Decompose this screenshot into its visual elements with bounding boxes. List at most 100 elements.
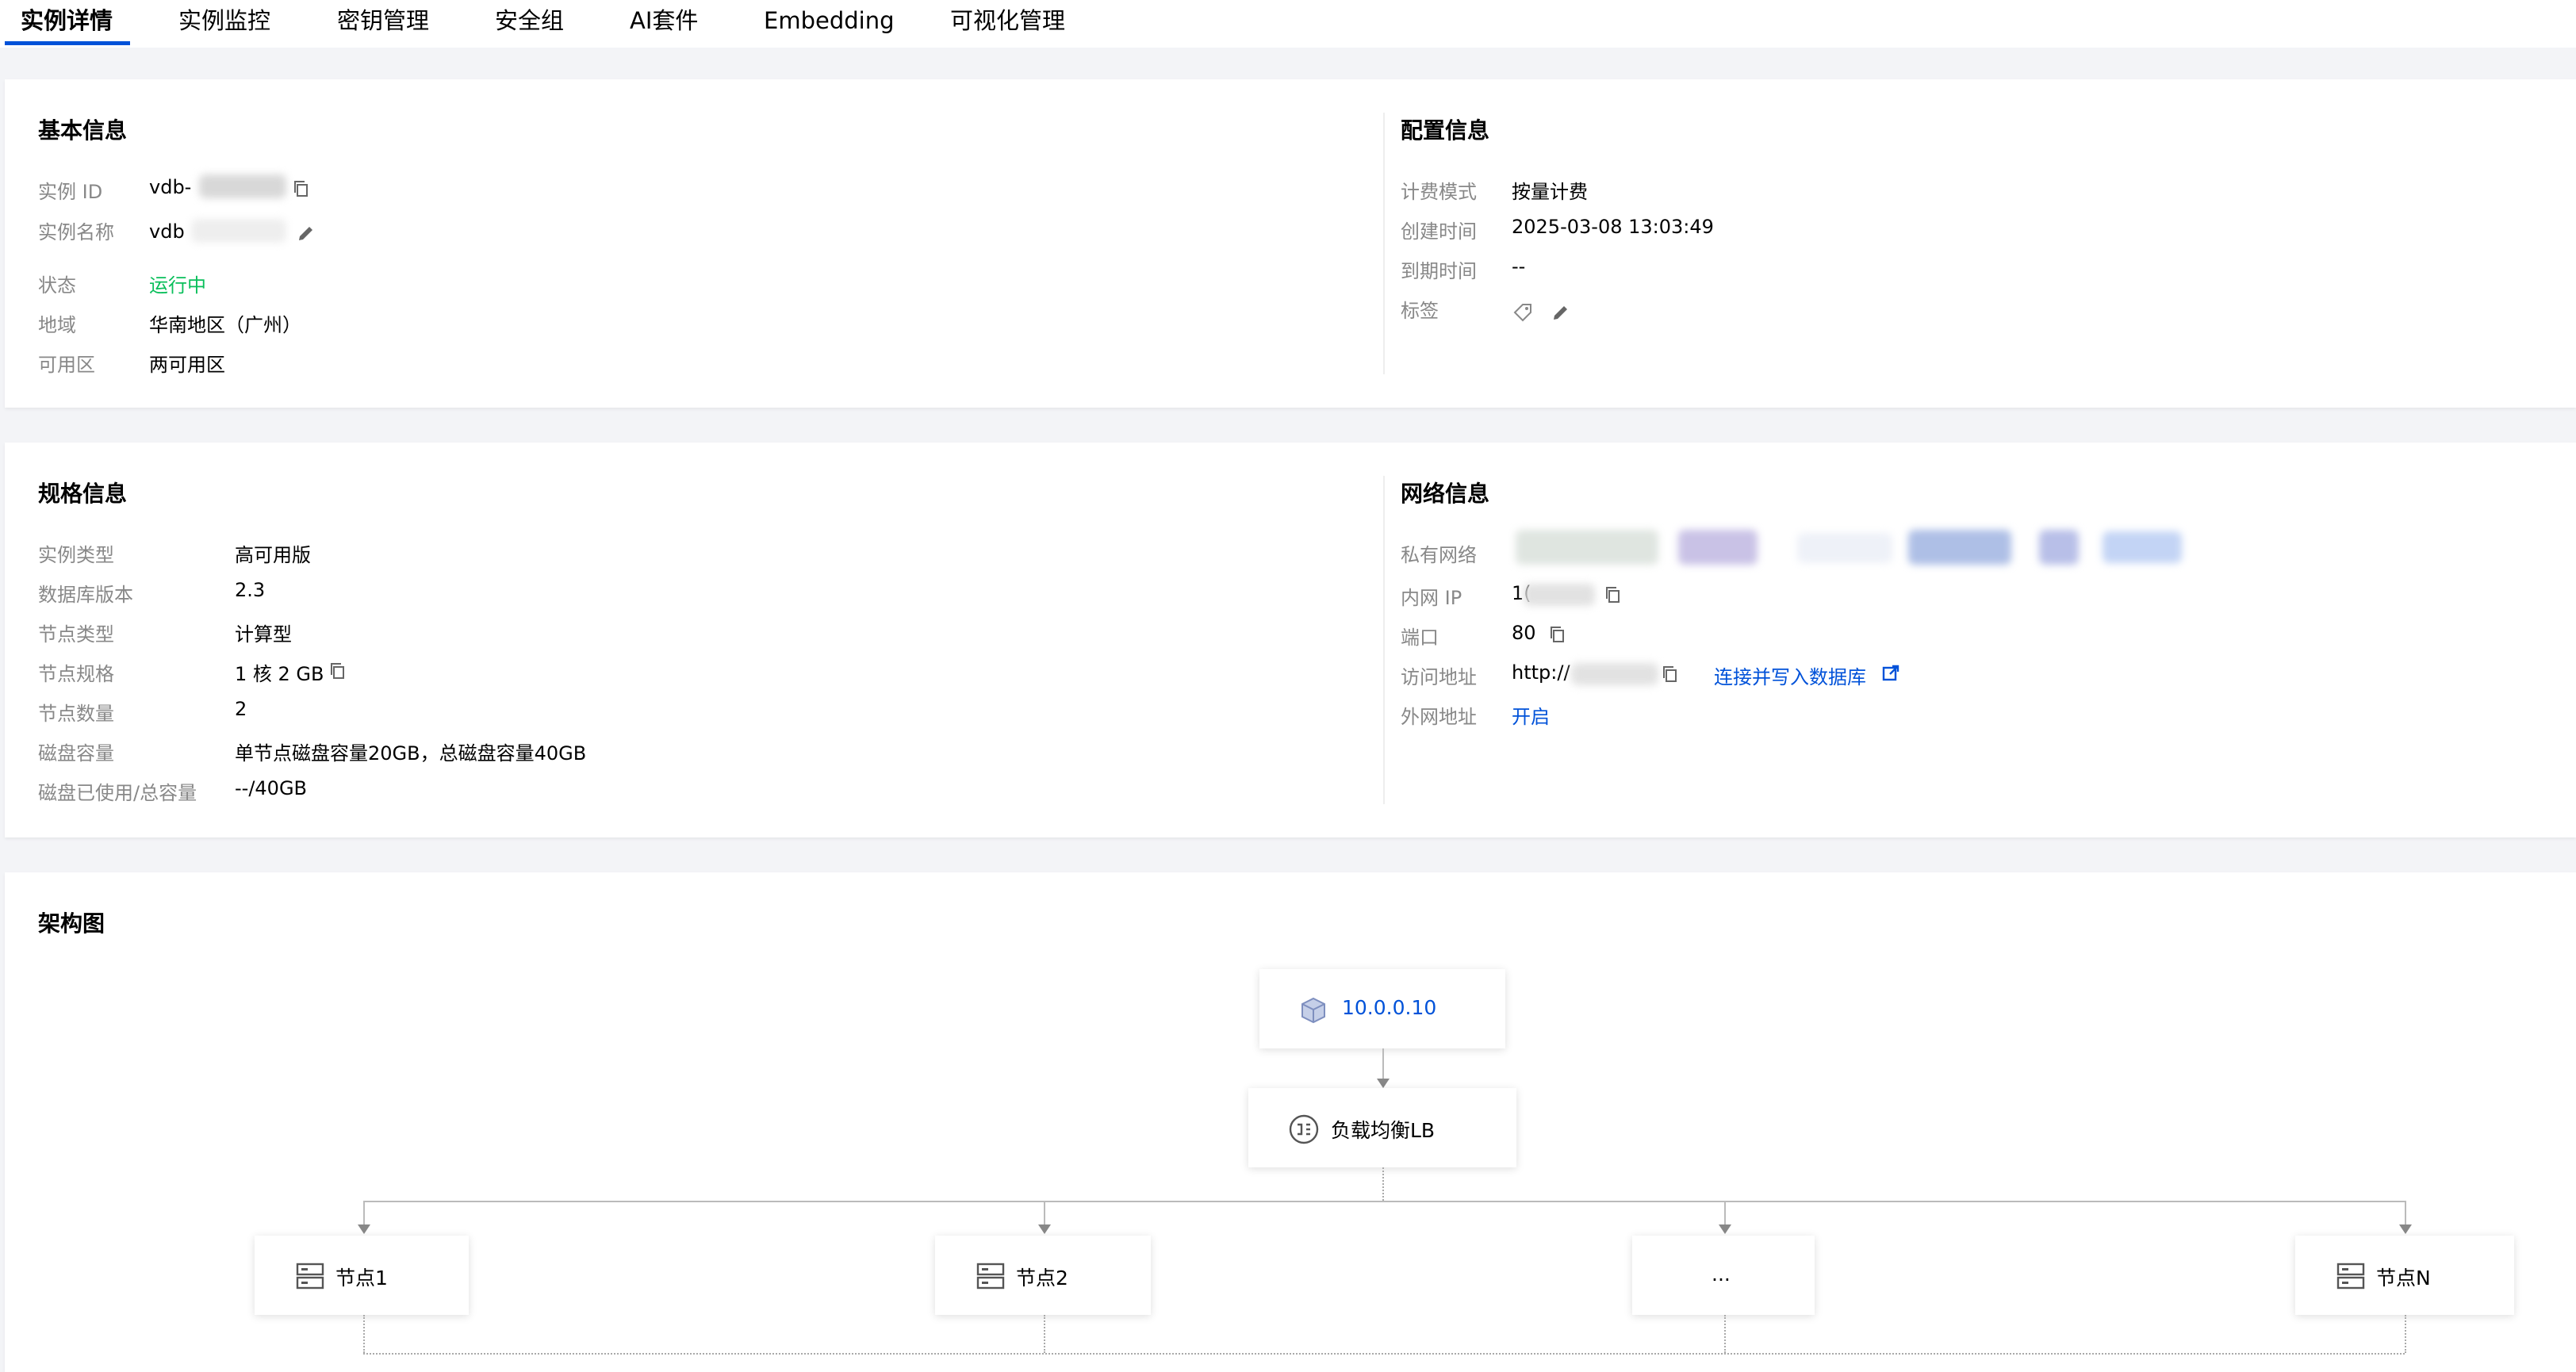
enable-public-link[interactable]: 开启 — [1512, 701, 1550, 729]
config-info-title: 配置信息 — [1401, 117, 1490, 144]
copy-icon[interactable] — [292, 179, 311, 198]
connector-line — [1724, 1201, 1726, 1224]
load-balancer-box[interactable]: 负载均衡LB — [1248, 1088, 1516, 1167]
cube-icon — [1299, 996, 1328, 1025]
tab-bar: 实例详情 实例监控 密钥管理 安全组 AI套件 Embedding 可视化管理 — [0, 0, 2576, 48]
connector-line — [363, 1201, 365, 1224]
instance-type-label: 实例类型 — [38, 544, 114, 566]
tab-embedding[interactable]: Embedding — [764, 5, 894, 36]
connect-db-link[interactable]: 连接并写入数据库 — [1714, 661, 1866, 689]
node-label: 节点2 — [1016, 1267, 1068, 1290]
created-time-label: 创建时间 — [1401, 220, 1477, 243]
access-address-label: 访问地址 — [1401, 666, 1477, 688]
connector-line — [1724, 1315, 1726, 1353]
tag-icon[interactable] — [1512, 301, 1535, 325]
zone-label: 可用区 — [38, 354, 95, 376]
billing-mode-label: 计费模式 — [1401, 181, 1477, 203]
copy-icon[interactable] — [1548, 625, 1567, 644]
expire-time-value: -- — [1512, 255, 1526, 278]
connector-line — [363, 1315, 365, 1353]
region-label: 地域 — [38, 314, 76, 336]
copy-icon[interactable] — [1661, 665, 1680, 684]
vpc-label: 私有网络 — [1401, 544, 1477, 566]
network-info-title: 网络信息 — [1401, 481, 1490, 507]
server-icon — [976, 1263, 1005, 1290]
db-version-value: 2.3 — [235, 579, 266, 601]
spec-info-title: 规格信息 — [38, 481, 128, 507]
server-icon — [2336, 1263, 2365, 1290]
connector-line — [1044, 1201, 1045, 1224]
spec-network-card: 规格信息 实例类型 高可用版 数据库版本 2.3 节点类型 计算型 节点规格 1… — [5, 443, 2576, 837]
edit-icon[interactable] — [297, 224, 316, 243]
access-address-value: http:// — [1512, 661, 1570, 684]
basic-config-card: 基本信息 实例 ID vdb- 实例名称 vdb 状态 运行中 地域 华南地区（… — [5, 79, 2576, 408]
expire-time-label: 到期时间 — [1401, 260, 1477, 282]
architecture-card: 架构图 10.0.0.10 负载均衡LB 节点1 节点2 ... 节点N — [5, 872, 2576, 1372]
node-label: ... — [1712, 1263, 1731, 1286]
connector-line — [363, 1201, 2405, 1202]
instance-name-redacted — [191, 219, 286, 243]
private-ip-redacted — [1524, 584, 1595, 606]
created-time-value: 2025-03-08 13:03:49 — [1512, 216, 1714, 238]
db-version-label: 数据库版本 — [38, 584, 133, 606]
node-spec-label: 节点规格 — [38, 663, 114, 685]
instance-type-value: 高可用版 — [235, 544, 311, 566]
access-address-redacted — [1571, 663, 1658, 685]
architecture-title: 架构图 — [38, 910, 105, 937]
node-count-value: 2 — [235, 698, 247, 720]
node-count-label: 节点数量 — [38, 703, 114, 725]
node-box[interactable]: 节点N — [2295, 1236, 2514, 1315]
connector-line — [363, 1353, 2405, 1355]
instance-name-value: vdb — [149, 220, 185, 243]
status-value: 运行中 — [149, 274, 206, 297]
vip-box[interactable]: 10.0.0.10 — [1259, 969, 1505, 1048]
node-label: 节点1 — [335, 1267, 388, 1290]
node-box[interactable]: ... — [1632, 1236, 1815, 1315]
tab-ai-suite[interactable]: AI套件 — [630, 5, 698, 36]
tab-security-group[interactable]: 安全组 — [495, 5, 564, 36]
arrow-down — [1719, 1224, 1731, 1234]
disk-used-value: --/40GB — [235, 777, 308, 799]
node-box[interactable]: 节点2 — [935, 1236, 1151, 1315]
disk-used-label: 磁盘已使用/总容量 — [38, 782, 197, 804]
tab-instance-monitoring[interactable]: 实例监控 — [178, 5, 270, 36]
instance-name-label: 实例名称 — [38, 221, 114, 243]
tab-visual-management[interactable]: 可视化管理 — [950, 5, 1065, 36]
tab-key-management[interactable]: 密钥管理 — [337, 5, 429, 36]
vip-address[interactable]: 10.0.0.10 — [1342, 996, 1436, 1019]
arrow-down — [1377, 1079, 1390, 1088]
edit-tag-icon[interactable] — [1551, 303, 1570, 322]
copy-icon[interactable] — [328, 661, 347, 680]
status-label: 状态 — [38, 274, 76, 297]
basic-info-title: 基本信息 — [38, 117, 128, 144]
disk-capacity-label: 磁盘容量 — [38, 742, 114, 765]
instance-id-redacted — [199, 174, 286, 198]
connector-line — [1382, 1048, 1384, 1079]
load-balancer-icon — [1288, 1113, 1320, 1145]
section-divider — [1383, 476, 1385, 804]
instance-id-value: vdb- — [149, 176, 192, 198]
server-icon — [296, 1263, 324, 1290]
tab-instance-details[interactable]: 实例详情 — [21, 5, 113, 36]
port-value: 80 — [1512, 622, 1536, 644]
instance-id-label: 实例 ID — [38, 181, 103, 203]
tag-label: 标签 — [1401, 300, 1439, 322]
section-divider — [1383, 113, 1385, 374]
connector-line — [1044, 1315, 1045, 1353]
node-box[interactable]: 节点1 — [255, 1236, 469, 1315]
node-spec-value: 1 核 2 GB — [235, 663, 324, 685]
node-type-value: 计算型 — [235, 623, 292, 646]
node-label: 节点N — [2376, 1267, 2431, 1290]
disk-capacity-value: 单节点磁盘容量20GB，总磁盘容量40GB — [235, 742, 587, 765]
connector-line — [1382, 1167, 1384, 1201]
public-address-label: 外网地址 — [1401, 706, 1477, 728]
load-balancer-label: 负载均衡LB — [1331, 1119, 1436, 1142]
private-ip-label: 内网 IP — [1401, 587, 1462, 609]
zone-value: 两可用区 — [149, 354, 225, 376]
external-link-icon[interactable] — [1881, 664, 1900, 683]
node-type-label: 节点类型 — [38, 623, 114, 646]
arrow-down — [1038, 1224, 1051, 1234]
active-tab-indicator — [5, 41, 130, 45]
region-value: 华南地区（广州） — [149, 314, 301, 336]
copy-icon[interactable] — [1604, 585, 1623, 604]
